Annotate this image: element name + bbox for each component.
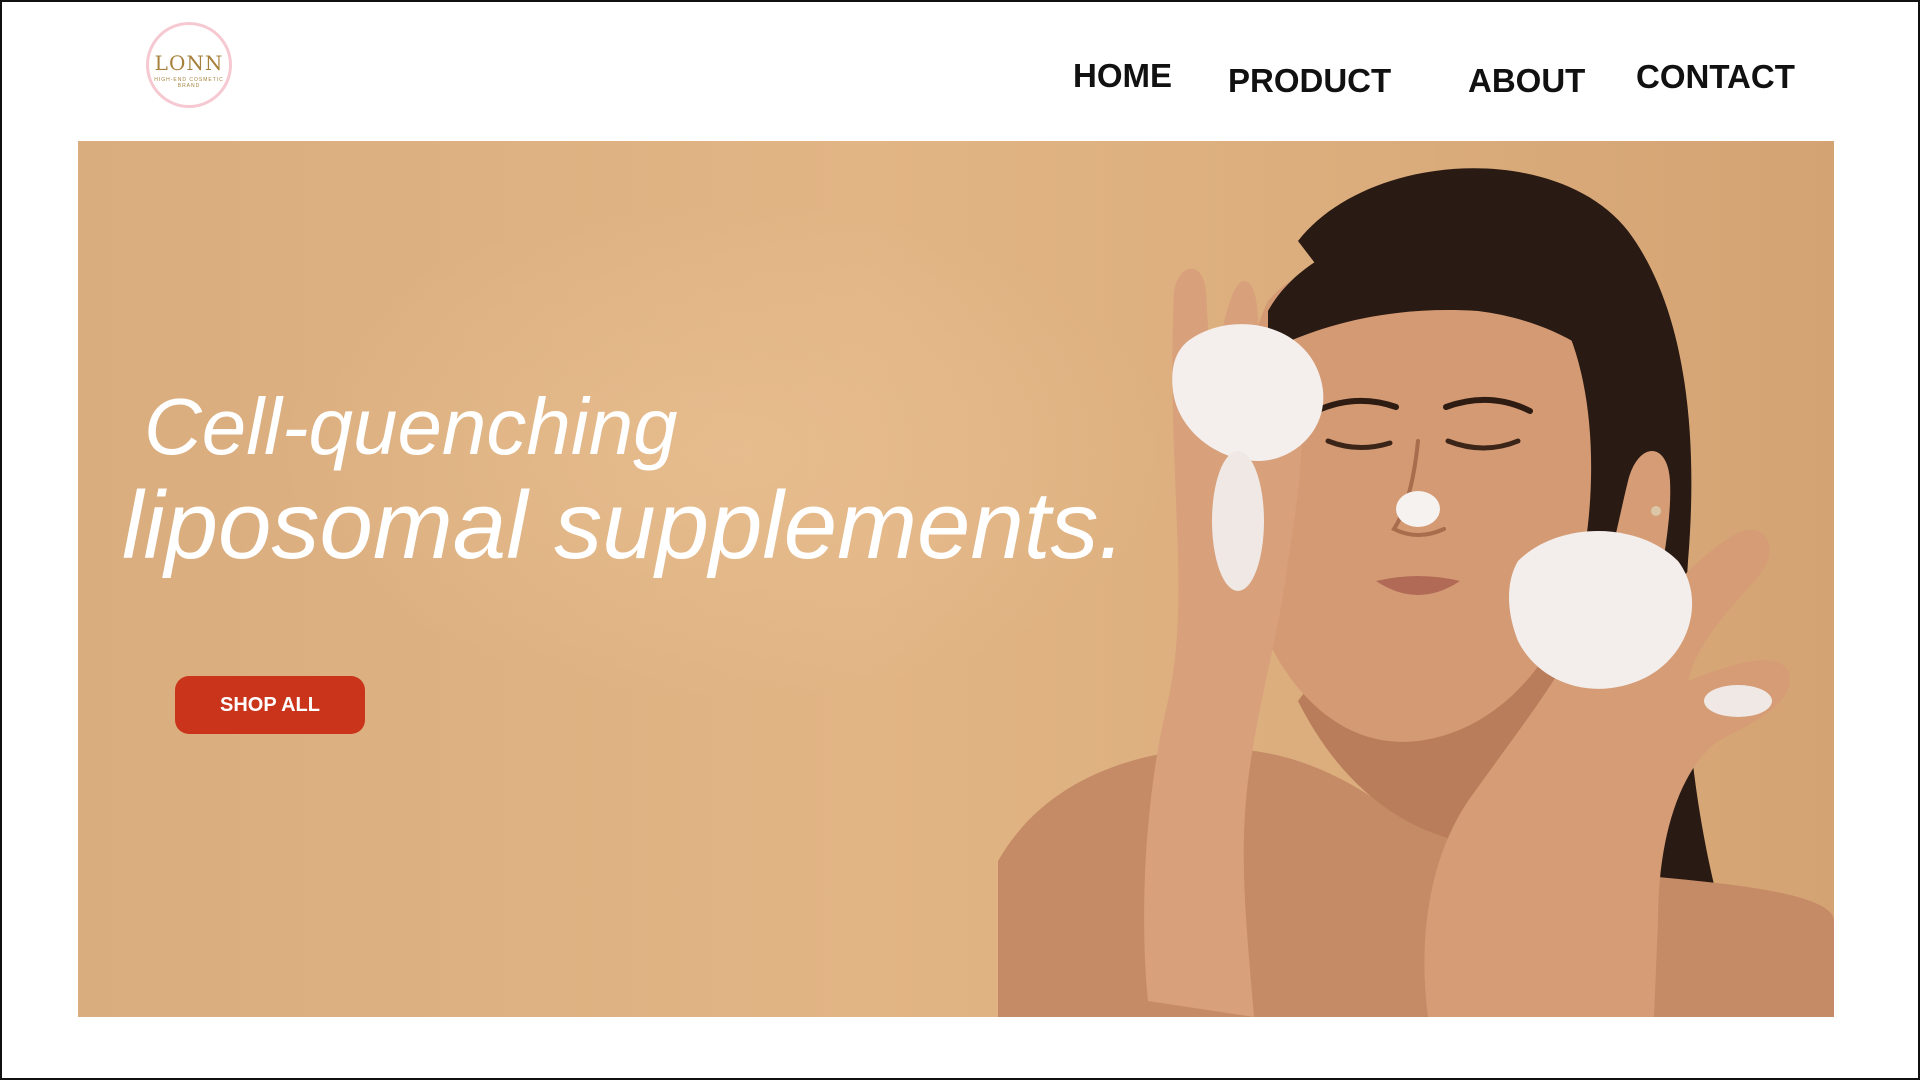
brand-logo[interactable]: LONN HIGH-END COSMETIC BRAND xyxy=(146,22,232,108)
shop-all-button[interactable]: SHOP ALL xyxy=(175,676,365,734)
nav-about[interactable]: ABOUT xyxy=(1468,62,1585,100)
nav-contact[interactable]: CONTACT xyxy=(1636,58,1795,96)
logo-subtitle: HIGH-END COSMETIC BRAND xyxy=(154,77,224,89)
page-frame: LONN HIGH-END COSMETIC BRAND HOME PRODUC… xyxy=(0,0,1920,1080)
hero-headline-line-2: liposomal supplements. xyxy=(122,472,1126,579)
nav-product[interactable]: PRODUCT xyxy=(1228,62,1391,100)
hero-banner: Cell-quenching liposomal supplements. SH… xyxy=(78,141,1834,1017)
nav-home[interactable]: HOME xyxy=(1073,57,1172,95)
hero-headline-line-1: Cell-quenching xyxy=(144,382,678,471)
logo-mark: LONN xyxy=(154,51,224,75)
